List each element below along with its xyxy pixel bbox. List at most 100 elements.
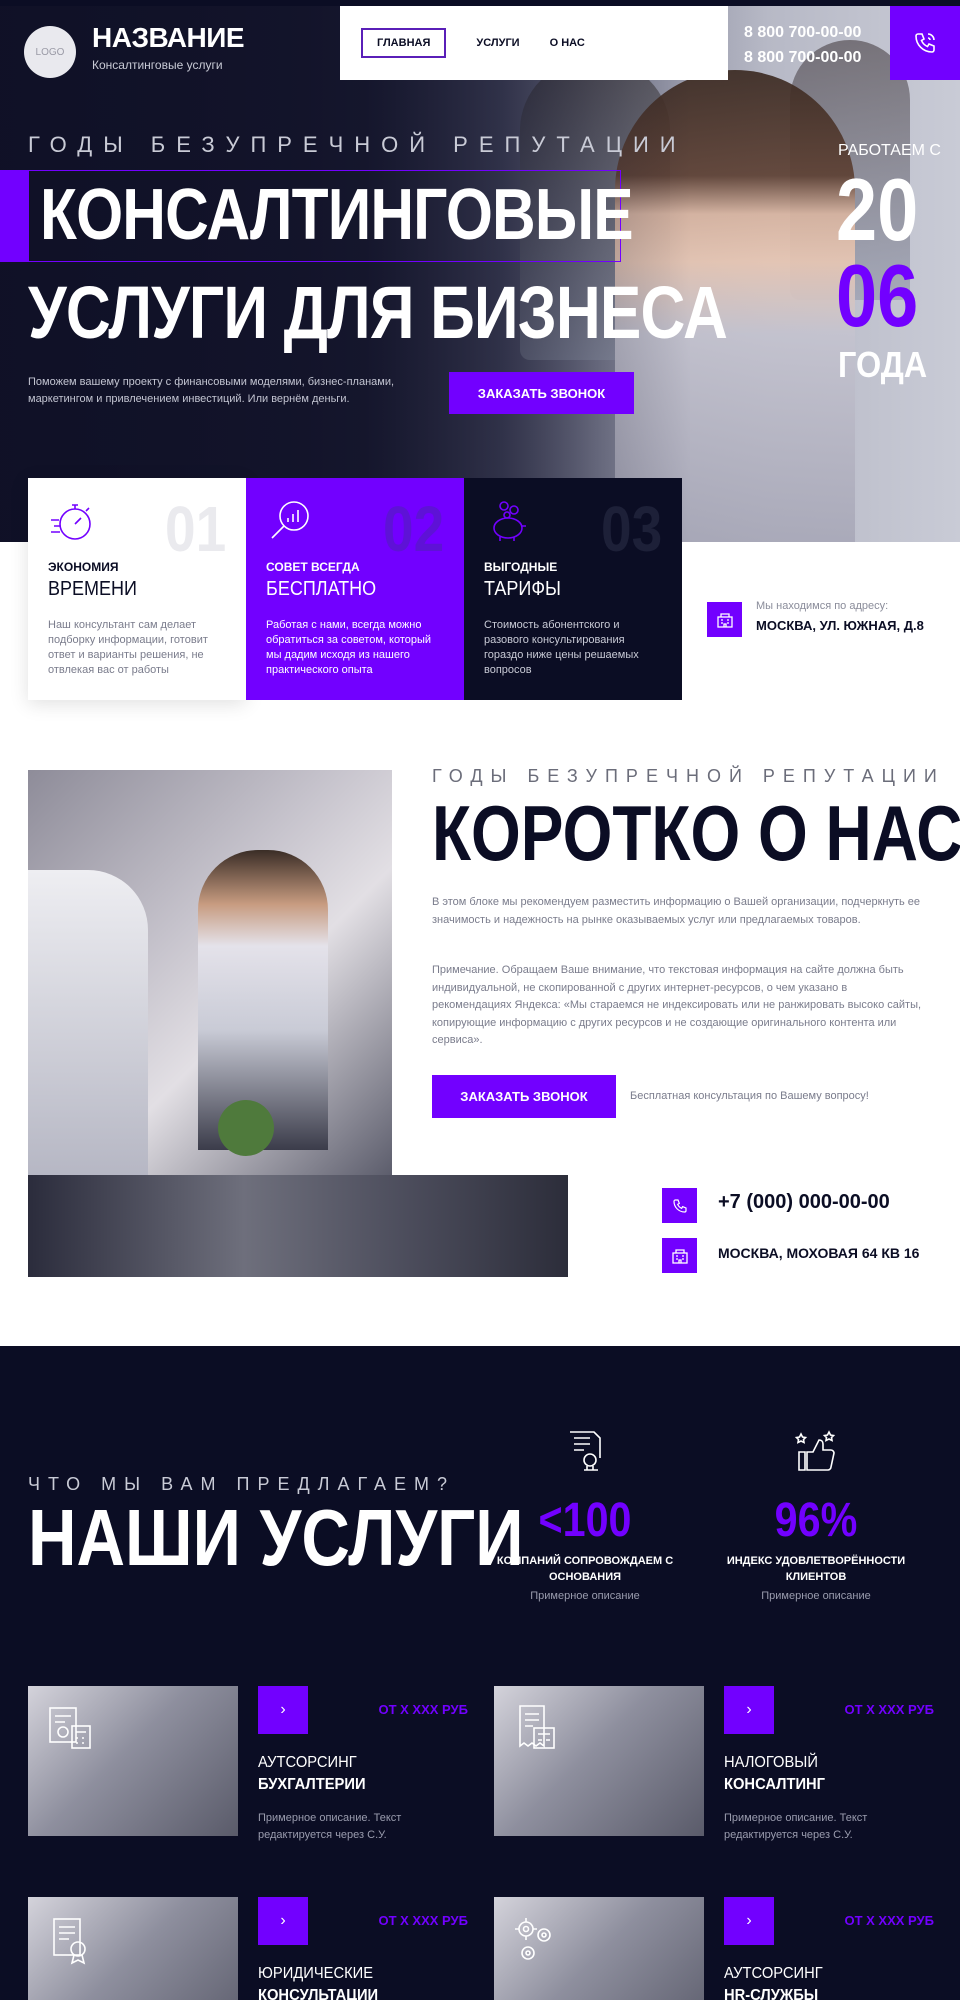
chevron-right-icon: › [746,1701,752,1718]
service-arrow-button[interactable]: › [724,1897,774,1945]
contact-phone[interactable]: +7 (000) 000-00-00 [718,1191,890,1214]
service-name-bold: КОНСАЛТИНГ [724,1776,826,1793]
feature-text: Работая с нами, всегда можно обратиться … [266,619,432,676]
about-tagline: ГОДЫ БЕЗУПРЕЧНОЙ РЕПУТАЦИИ [432,766,945,786]
stat-subtext: Примерное описание [530,1590,640,1602]
feature-text: Наш консультант сам делает подборку инфо… [48,619,208,676]
brand-subtitle: Консалтинговые услуги [92,58,223,72]
service-name-bold: HR-СЛУЖБЫ [724,1987,819,2000]
service-card[interactable]: › ОТ Х ХХХ РУБ АУТСОРСИНГ HR-СЛУЖБЫ [494,1897,934,2000]
service-description: Примерное описание. Текст редактируется … [724,1812,868,1841]
feature-subtitle: ТАРИФЫ [484,578,561,600]
phone-icon [915,33,935,53]
feature-number: 02 [382,493,444,565]
about-paragraph: В этом блоке мы рекомендуем разместить и… [432,896,921,926]
service-image [28,1686,238,1836]
feature-title: ЭКОНОМИЯ [48,560,119,574]
nav-item-about[interactable]: О НАС [550,37,585,49]
since-label: РАБОТАЕМ С [838,142,941,159]
nav-item-services[interactable]: УСЛУГИ [476,37,519,49]
brand-name: НАЗВАНИЕ [92,22,245,53]
service-panel: АУТСОРСИНГ HR-СЛУЖБЫ [704,1945,934,2000]
stat-value: <100 [538,1494,632,1547]
service-card[interactable]: › ОТ Х ХХХ РУБ ЮРИДИЧЕСКИЕ КОНСУЛЬТАЦИИ [28,1897,468,2000]
about-photo [28,770,392,1175]
address-value: МОСКВА, УЛ. ЮЖНАЯ, Д.8 [756,618,924,633]
service-price: ОТ Х ХХХ РУБ [844,1913,934,1928]
hero-description: Поможем вашему проекту с финансовыми мод… [28,376,395,405]
thumbs-up-stars-icon [794,1430,836,1471]
service-name: АУТСОРСИНГ [258,1754,357,1771]
feature-title: СОВЕТ ВСЕГДА [266,560,360,574]
service-price: ОТ Х ХХХ РУБ [844,1702,934,1717]
about-photo-plant [218,1100,274,1156]
page: LOGO НАЗВАНИЕ Консалтинговые услуги ГЛАВ… [0,0,960,2000]
feature-card: 03 ВЫГОДНЫЕ ТАРИФЫ Стоимость абонентског… [464,478,682,700]
feature-card: 02 СОВЕТ ВСЕГДА БЕСПЛАТНО Работая с нами… [246,478,464,700]
about-title: КОРОТКО О НАС [432,789,960,877]
service-name-bold: КОНСУЛЬТАЦИИ [258,1987,379,2000]
phone-icon [672,1198,687,1213]
service-price: ОТ Х ХХХ РУБ [378,1702,468,1717]
contact-address-badge [662,1238,697,1273]
service-name: АУТСОРСИНГ [724,1965,823,1982]
service-name-bold: БУХГАЛТЕРИИ [258,1776,366,1793]
address-label: Мы находимся по адресу: [756,600,889,612]
phone-number[interactable]: 8 800 700-00-00 [744,20,861,45]
stopwatch-icon [51,504,91,540]
service-panel: НАЛОГОВЫЙ КОНСАЛТИНГ Примерное описание.… [704,1734,934,1846]
legal-doc-icon [53,1918,86,1965]
logo[interactable]: LOGO [24,26,76,78]
service-arrow-button[interactable]: › [258,1897,308,1945]
feature-card: 01 ЭКОНОМИЯ ВРЕМЕНИ Наш консультант сам … [28,478,246,700]
since-year: 20 [836,160,919,259]
phone-number[interactable]: 8 800 700-00-00 [744,45,861,70]
service-image [494,1897,704,2000]
service-image [28,1897,238,2000]
receipt-icon [519,1705,555,1749]
document-stamp-icon [570,1431,601,1471]
since-word: ГОДА [838,344,928,385]
feature-number: 01 [164,493,226,565]
about-paragraph: Примечание. Обращаем Ваше внимание, что … [432,964,922,1046]
stat-label: ИНДЕКС УДОВЛЕТВОРЁННОСТИ КЛИЕНТОВ [726,1555,906,1583]
service-name: НАЛОГОВЫЙ [724,1754,818,1771]
service-panel: ЮРИДИЧЕСКИЕ КОНСУЛЬТАЦИИ [238,1945,468,2000]
service-name: ЮРИДИЧЕСКИЕ [258,1965,374,1982]
call-button[interactable] [890,6,960,80]
feature-number: 03 [600,493,662,565]
hero-tagline: ГОДЫ БЕЗУПРЕЧНОЙ РЕПУТАЦИИ [28,132,687,157]
service-card[interactable]: › ОТ Х ХХХ РУБ АУТСОРСИНГ БУХГАЛТЕРИИ Пр… [28,1686,468,1846]
calculator-doc-icon [49,1707,91,1749]
feature-title: ВЫГОДНЫЕ [484,560,558,574]
header-phones: 8 800 700-00-00 8 800 700-00-00 [744,20,861,70]
main-nav: ГЛАВНАЯ УСЛУГИ О НАС [340,6,728,80]
consultation-note: Бесплатная консультация по Вашему вопрос… [630,1090,869,1102]
chevron-right-icon: › [280,1701,286,1718]
piggy-bank-icon [493,501,526,541]
nav-item-home[interactable]: ГЛАВНАЯ [361,28,447,58]
order-call-button[interactable]: ЗАКАЗАТЬ ЗВОНОК [449,372,634,414]
service-arrow-button[interactable]: › [258,1686,308,1734]
contact-phone-badge [662,1188,697,1223]
service-panel: АУТСОРСИНГ БУХГАЛТЕРИИ Примерное описани… [238,1734,468,1846]
feature-text: Стоимость абонентского и разового консул… [484,619,639,676]
gears-people-icon [515,1918,551,1960]
hero-headline: КОНСАЛТИНГОВЫЕ [40,175,634,255]
services-title: НАШИ УСЛУГИ [28,1493,524,1582]
stat-label: КОМПАНИЙ СОПРОВОЖДАЕМ С ОСНОВАНИЯ [496,1555,674,1583]
address-badge [707,602,742,637]
since-year: 06 [836,246,919,345]
service-arrow-button[interactable]: › [724,1686,774,1734]
accent-bar [0,170,28,262]
stat-value: 96% [774,1494,858,1547]
hero-headline: УСЛУГИ ДЛЯ БИЗНЕСА [28,271,728,354]
order-call-button[interactable]: ЗАКАЗАТЬ ЗВОНОК [432,1075,616,1118]
building-icon [716,612,733,628]
service-card[interactable]: › ОТ Х ХХХ РУБ НАЛОГОВЫЙ КОНСАЛТИНГ Прим… [494,1686,934,1846]
stat-block: 96% ИНДЕКС УДОВЛЕТВОРЁННОСТИ КЛИЕНТОВ Пр… [721,1426,911,1602]
service-image [494,1686,704,1836]
feature-subtitle: ВРЕМЕНИ [48,578,137,600]
contact-address: МОСКВА, МОХОВАЯ 64 КВ 16 [718,1245,920,1261]
stat-subtext: Примерное описание [761,1590,871,1602]
